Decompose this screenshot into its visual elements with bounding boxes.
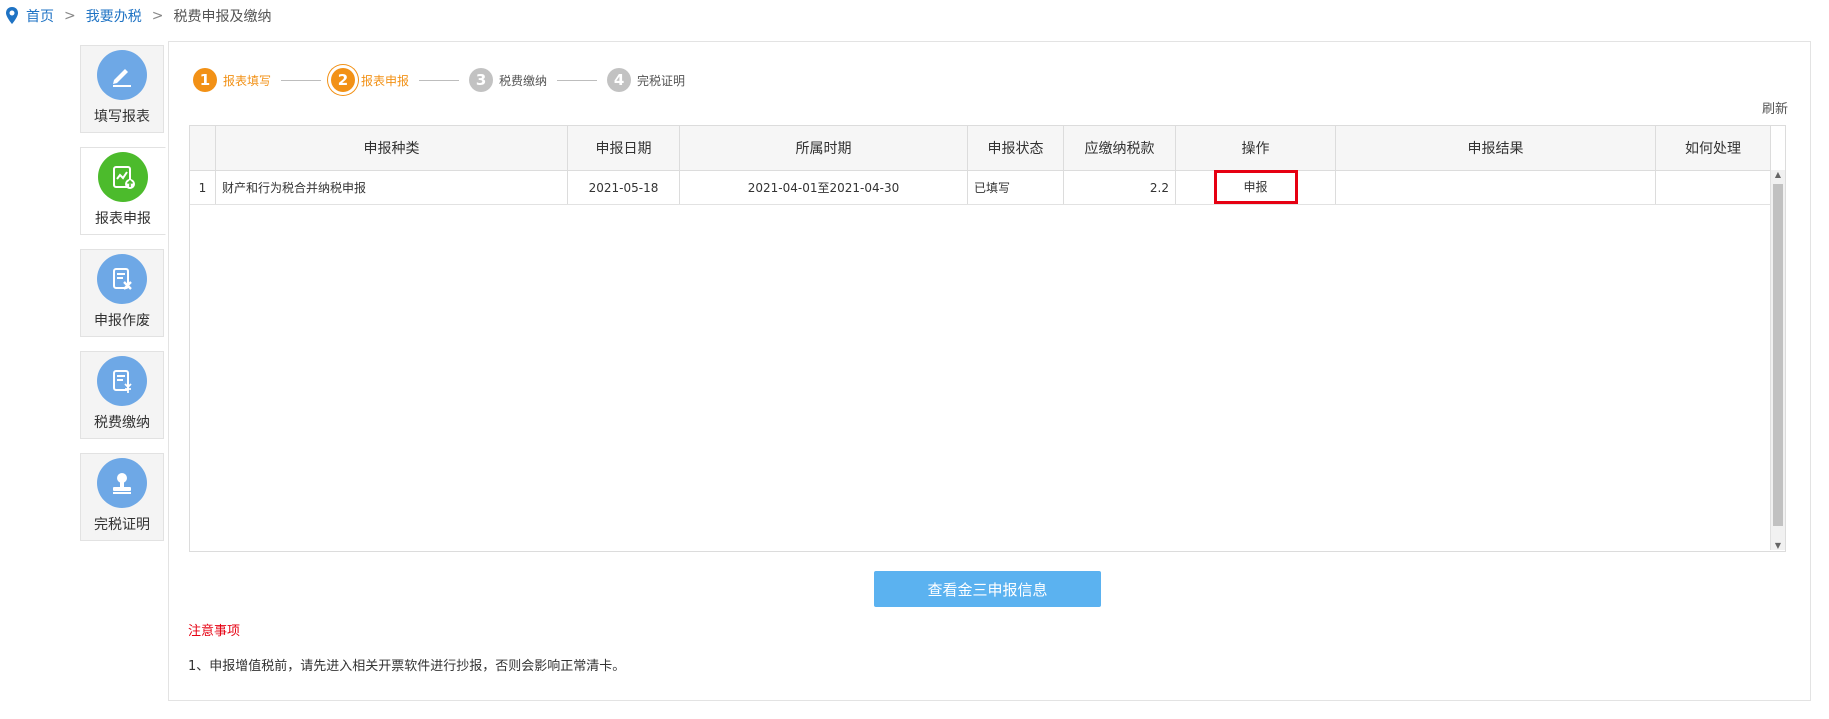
column-header[interactable]: 申报状态 [968,126,1064,170]
sidebar-item-label: 申报作废 [94,313,150,329]
column-header[interactable]: 所属时期 [680,126,968,170]
column-header[interactable]: 申报日期 [568,126,680,170]
sidebar-item-fill-report[interactable]: 填写报表 [80,45,164,133]
cell-amount: 2.2 [1064,171,1176,204]
step-connector [281,79,322,81]
step-fill-report[interactable]: 1 报表填写 [193,68,271,92]
pencil-icon [97,50,147,100]
sidebar-item-label: 完税证明 [94,517,150,533]
breadcrumb-separator: > [151,8,164,24]
scrollbar-thumb[interactable] [1773,184,1783,526]
step-label: 报表填写 [223,73,272,88]
step-tax-payment[interactable]: 3 税费缴纳 [469,68,547,92]
step-label: 税费缴纳 [499,73,548,88]
step-connector [557,79,598,81]
table-header: 申报种类 申报日期 所属时期 申报状态 应缴纳税款 操作 申报结果 如何处理 [190,126,1771,171]
progress-steps: 1 报表填写 2 报表申报 3 税费缴纳 4 完税证明 [193,66,685,94]
step-tax-certificate[interactable]: 4 完税证明 [607,68,685,92]
stamp-icon [97,458,147,508]
column-header[interactable]: 申报种类 [216,126,568,170]
sidebar-item-tax-payment[interactable]: 税费缴纳 [80,351,164,439]
cell-period: 2021-04-01至2021-04-30 [680,171,968,204]
notes-title: 注意事项 [188,624,241,639]
sidebar-item-tax-certificate[interactable]: 完税证明 [80,453,164,541]
cell-type: 财产和行为税合并纳税申报 [216,171,568,204]
scroll-up-icon[interactable]: ▲ [1771,170,1785,179]
notes-item: 1、申报增值税前，请先进入相关开票软件进行抄报，否则会影响正常清卡。 [188,659,626,674]
column-header[interactable]: 申报结果 [1336,126,1656,170]
sidebar-item-label: 填写报表 [94,109,150,125]
cell-action: 申报 [1176,169,1336,204]
sidebar-item-label: 报表申报 [95,211,151,227]
breadcrumb-home-link[interactable]: 首页 [26,6,54,26]
scroll-down-icon[interactable]: ▼ [1771,541,1785,550]
step-report-declare[interactable]: 2 报表申报 [331,68,409,92]
breadcrumb-separator: > [64,8,76,24]
step-label: 报表申报 [361,73,410,88]
table-scrollbar[interactable]: ▲ ▼ [1770,170,1785,550]
breadcrumb: 首页 > 我要办税 > 税费申报及缴纳 [4,6,271,26]
cell-status: 已填写 [968,171,1064,204]
column-header[interactable]: 应缴纳税款 [1064,126,1176,170]
step-number: 2 [331,68,356,92]
breadcrumb-current: 税费申报及缴纳 [173,9,272,25]
column-header-index [190,126,216,170]
cell-handle [1656,171,1771,204]
report-upload-icon [98,152,148,202]
location-pin-icon [6,7,18,24]
view-jinsan-declaration-button[interactable]: 查看金三申报信息 [874,571,1101,607]
declare-button[interactable]: 申报 [1213,169,1298,204]
column-header[interactable]: 如何处理 [1656,126,1771,170]
breadcrumb-section-link[interactable]: 我要办税 [86,6,142,26]
step-connector [419,79,460,81]
step-number: 3 [469,68,494,92]
sidebar-item-void-declaration[interactable]: 申报作废 [80,249,164,337]
sidebar: 填写报表 报表申报 申报作废 税费缴纳 完税证明 [80,45,166,555]
cell-date: 2021-05-18 [568,171,680,204]
cell-result [1336,171,1656,204]
refresh-link[interactable]: 刷新 [1762,98,1788,117]
sidebar-item-report-declare[interactable]: 报表申报 [80,147,166,235]
sidebar-item-label: 税费缴纳 [94,415,150,431]
step-number: 4 [607,68,632,92]
step-label: 完税证明 [637,73,686,88]
row-index: 1 [190,171,216,204]
table-row[interactable]: 1 财产和行为税合并纳税申报 2021-05-18 2021-04-01至202… [190,169,1771,205]
step-number: 1 [193,68,217,92]
column-header[interactable]: 操作 [1176,126,1336,170]
document-cancel-icon [97,254,147,304]
declaration-table: 申报种类 申报日期 所属时期 申报状态 应缴纳税款 操作 申报结果 如何处理 1… [189,125,1786,552]
tax-payment-icon [97,356,147,406]
